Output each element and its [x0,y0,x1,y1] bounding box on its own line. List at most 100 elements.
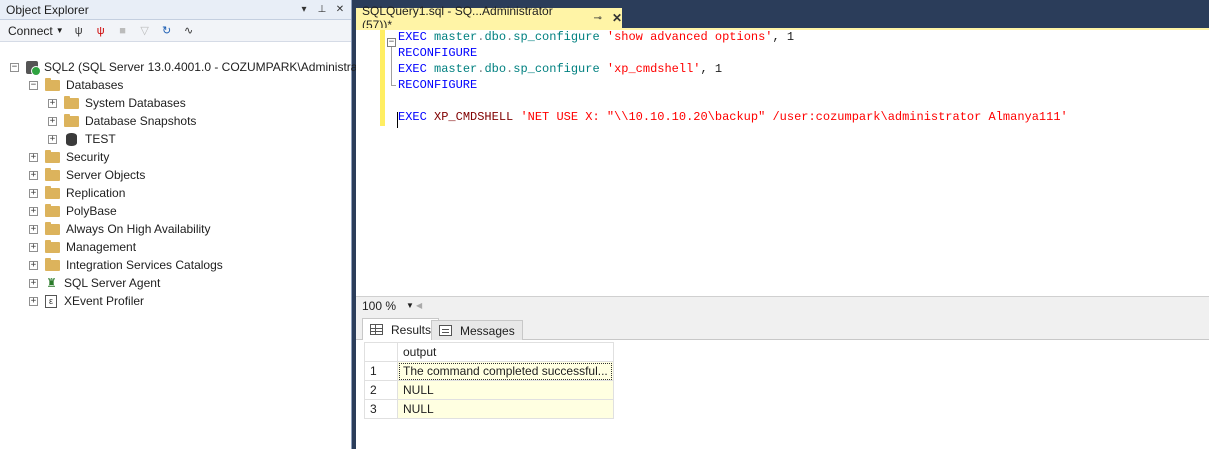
code-line-4: RECONFIGURE [398,78,478,92]
row-number[interactable]: 1 [364,361,398,381]
code-line-2: RECONFIGURE [398,46,478,60]
tree-node-system-databases[interactable]: + System Databases [48,94,186,112]
tree-node-label: Databases [66,78,124,92]
grid-icon [370,324,383,335]
tree-node-server[interactable]: − SQL2 (SQL Server 13.0.4001.0 - COZUMPA… [10,58,375,76]
tab-label: Messages [460,323,515,338]
object-explorer-toolbar: Connect ▼ ψ ψ ■ ▽ ↻ ∿ [0,20,351,42]
tab-label: Results [391,322,432,337]
tree-node-label: Always On High Availability [66,222,211,236]
dropdown-icon[interactable]: ▾ [297,3,311,17]
tree-node-label: Integration Services Catalogs [66,258,223,272]
object-explorer-panel: Object Explorer ▾ ⊥ ✕ Connect ▼ ψ ψ ■ ▽ ↻… [0,0,375,449]
tree-node-xevent-profiler[interactable]: + ε XEvent Profiler [29,292,144,310]
expand-icon[interactable]: + [29,260,38,270]
disconnect-icon[interactable]: ψ [94,24,108,38]
tree-node-label: Database Snapshots [85,114,197,128]
folder-icon [45,203,60,217]
results-grid: output 1 The command completed successfu… [364,342,614,419]
pin-icon[interactable]: ⊥ [315,3,329,17]
tree-node-label: Replication [66,186,126,200]
connect-plug-icon[interactable]: ψ [72,24,86,38]
collapse-icon[interactable]: − [29,80,38,90]
tree-node-polybase[interactable]: + PolyBase [29,202,117,220]
zoom-select[interactable]: 100 % ▼ [356,299,416,313]
expand-icon[interactable]: + [29,224,38,234]
code-line-6: EXEC XP_CMDSHELL 'NET USE X: "\\10.10.10… [398,110,1068,124]
text-cursor [397,112,398,128]
expand-icon[interactable]: + [48,134,57,144]
activity-monitor-icon[interactable]: ∿ [182,24,196,38]
folder-icon [64,95,79,109]
tree-node-server-objects[interactable]: + Server Objects [29,166,145,184]
folder-icon [45,185,60,199]
tree-node-always-on[interactable]: + Always On High Availability [29,220,211,238]
tab-results[interactable]: Results [362,318,440,340]
object-explorer-title: Object Explorer [6,2,89,17]
expand-icon[interactable]: + [29,188,38,198]
tree-node-label: XEvent Profiler [64,294,145,308]
expand-icon[interactable]: + [29,206,38,216]
outline-guide-end [391,85,396,86]
tree-node-label: Management [66,240,137,254]
tree-node-replication[interactable]: + Replication [29,184,125,202]
close-tab-icon[interactable]: ✕ [612,11,622,25]
tree-node-sql-server-agent[interactable]: + ♜ SQL Server Agent [29,274,160,292]
code-line-1: EXEC master.dbo.sp_configure 'show advan… [398,30,795,44]
refresh-icon[interactable]: ↻ [160,24,174,38]
results-grid-area: output 1 The command completed successfu… [356,340,1209,449]
connect-button[interactable]: Connect ▼ [8,24,64,38]
expand-icon[interactable]: + [29,242,38,252]
expand-icon[interactable]: + [29,152,38,162]
tree-node-databases[interactable]: − Databases [29,76,123,94]
folder-icon [45,167,60,181]
row-number[interactable]: 2 [364,380,398,400]
expand-icon[interactable]: + [29,296,38,306]
tree-node-label: System Databases [85,96,186,110]
folder-icon [45,221,60,235]
expand-icon[interactable]: + [29,170,38,180]
tree-node-integration-services[interactable]: + Integration Services Catalogs [29,256,223,274]
document-tabstrip: SQLQuery1.sql - SQ...Administrator (57))… [356,0,1209,32]
column-header-output[interactable]: output [397,342,614,362]
zoom-value: 100 % [362,298,397,313]
folder-icon [45,149,60,163]
expand-icon[interactable]: + [29,278,38,288]
zoom-bar: 100 % ▼ ◀ [356,296,1209,314]
tab-messages[interactable]: Messages [431,320,523,340]
close-icon[interactable]: ✕ [333,3,347,17]
outline-collapse-icon[interactable]: − [387,38,396,47]
tree-node-label: SQL2 (SQL Server 13.0.4001.0 - COZUMPARK… [44,60,376,74]
sql-code-editor[interactable]: − EXEC master.dbo.sp_configure 'show adv… [356,30,1209,296]
row-number-header [364,342,398,362]
table-row: 2 NULL [364,380,614,400]
tab-sqlquery1[interactable]: SQLQuery1.sql - SQ...Administrator (57))… [356,4,622,32]
row-number[interactable]: 3 [364,399,398,419]
filter-icon[interactable]: ▽ [138,24,152,38]
tree-node-label: Server Objects [66,168,146,182]
chevron-down-icon: ▼ [406,301,414,310]
change-marker [380,30,385,126]
messages-icon [439,325,452,336]
grid-cell[interactable]: NULL [397,399,614,419]
stop-icon[interactable]: ■ [116,24,130,38]
xevent-icon: ε [45,294,57,308]
tree-node-database-snapshots[interactable]: + Database Snapshots [48,112,196,130]
results-tabstrip: Results Messages [356,314,1209,340]
pin-icon[interactable]: ⊸ [594,13,602,24]
tree-node-security[interactable]: + Security [29,148,109,166]
expand-icon[interactable]: + [48,116,57,126]
outline-guide [391,47,392,85]
expand-icon[interactable]: + [48,98,57,108]
code-line-3: EXEC master.dbo.sp_configure 'xp_cmdshel… [398,62,723,76]
tree-node-label: Security [66,150,110,164]
grid-header-row: output [364,342,614,362]
collapse-icon[interactable]: − [10,62,19,72]
grid-cell[interactable]: NULL [397,380,614,400]
scroll-left-icon[interactable]: ◀ [416,301,422,310]
tree-node-label: SQL Server Agent [64,276,161,290]
database-icon [66,132,77,146]
tree-node-management[interactable]: + Management [29,238,136,256]
tree-node-test[interactable]: + TEST [48,130,116,148]
grid-cell[interactable]: The command completed successful... [397,361,614,381]
